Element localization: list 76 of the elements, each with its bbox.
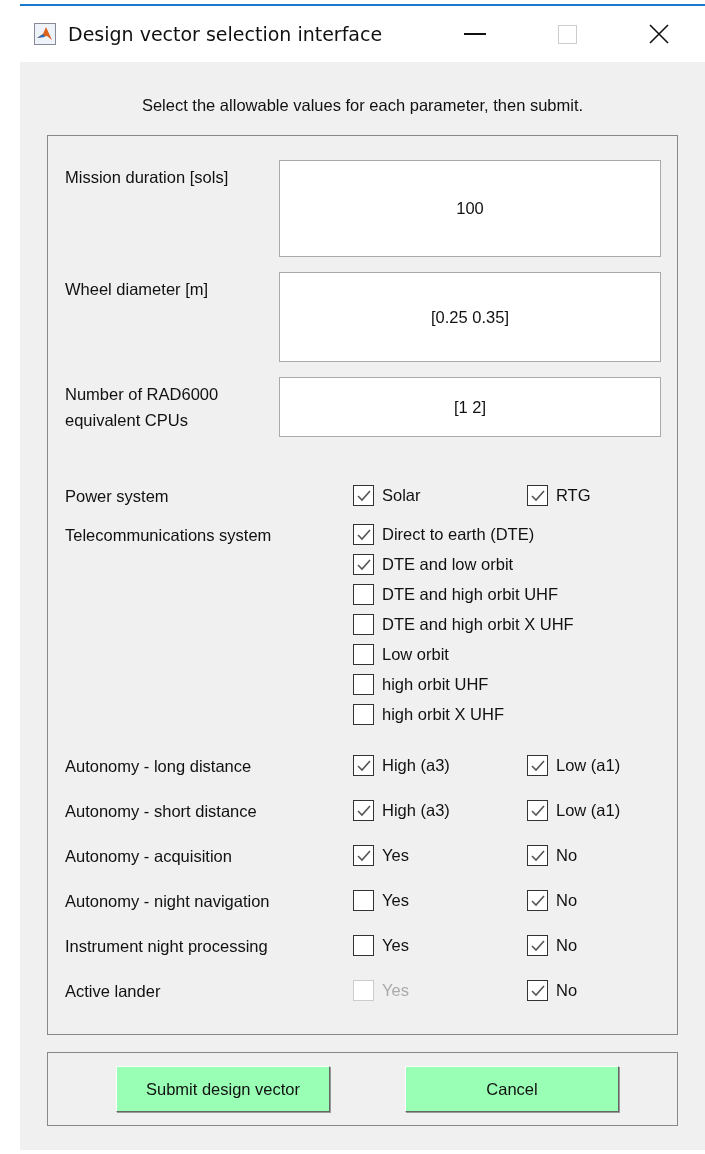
close-icon	[649, 24, 669, 44]
checkbox[interactable]	[353, 704, 374, 725]
instruction-text: Select the allowable values for each parameter, then submit.	[141, 96, 584, 115]
parameter-label: Autonomy - long distance	[65, 756, 253, 776]
option-label: No	[556, 981, 578, 1000]
checkmark-icon	[530, 849, 545, 862]
checkmark-icon	[530, 984, 545, 997]
checkmark-icon	[530, 894, 545, 907]
option-label: Yes	[382, 846, 409, 865]
checkmark-icon	[356, 849, 371, 862]
checkbox[interactable]	[353, 800, 374, 821]
option-label: DTE and low orbit	[382, 555, 514, 574]
checkmark-icon	[356, 528, 371, 541]
checkmark-icon	[530, 489, 545, 502]
option-label: Low (a1)	[556, 756, 621, 775]
checkbox[interactable]	[353, 890, 374, 911]
parameter-label: Autonomy - night navigation	[65, 891, 271, 911]
parameter-label: Active lander	[65, 981, 162, 1001]
checkbox[interactable]	[527, 485, 548, 506]
option-label: No	[556, 846, 578, 865]
checkmark-icon	[530, 939, 545, 952]
option-label: High (a3)	[382, 801, 450, 820]
checkbox[interactable]	[527, 935, 548, 956]
option-label: DTE and high orbit UHF	[382, 585, 559, 604]
checkbox[interactable]	[353, 644, 374, 665]
option-label: DTE and high orbit X UHF	[382, 615, 574, 634]
checkbox[interactable]	[527, 800, 548, 821]
checkbox[interactable]	[353, 554, 374, 575]
input-field[interactable]: [0.25 0.35]	[279, 272, 661, 362]
option-label: Direct to earth (DTE)	[382, 525, 535, 544]
checkmark-icon	[356, 558, 371, 571]
option-label: RTG	[556, 486, 591, 505]
checkbox[interactable]	[353, 674, 374, 695]
field-label: Wheel diameter [m]	[65, 279, 210, 300]
checkmark-icon	[356, 804, 371, 817]
cancel-button[interactable]: Cancel	[405, 1066, 619, 1112]
parameter-label: Telecommunications system	[65, 525, 273, 546]
input-field[interactable]: 100	[279, 160, 661, 257]
parameter-label: Autonomy - short distance	[65, 801, 258, 821]
submit-button[interactable]: Submit design vector	[116, 1066, 330, 1112]
checkbox[interactable]	[527, 755, 548, 776]
checkbox[interactable]	[353, 485, 374, 506]
maximize-icon	[557, 24, 577, 44]
checkmark-icon	[356, 759, 371, 772]
parameter-label: Power system	[65, 486, 170, 506]
app-logo-icon	[34, 23, 56, 45]
field-label: Number of RAD6000 equivalent CPUs	[65, 384, 220, 431]
window-title: Design vector selection interface	[68, 23, 384, 45]
option-label: high orbit UHF	[382, 675, 489, 694]
option-label: Low (a1)	[556, 801, 621, 820]
parameter-label: Autonomy - acquisition	[65, 846, 233, 866]
checkmark-icon	[530, 759, 545, 772]
option-label: High (a3)	[382, 756, 450, 775]
minimize-icon	[464, 33, 486, 35]
option-label: Solar	[382, 486, 421, 505]
field-label: Mission duration [sols]	[65, 167, 230, 188]
checkbox[interactable]	[353, 524, 374, 545]
option-label: high orbit X UHF	[382, 705, 504, 724]
checkbox[interactable]	[527, 845, 548, 866]
input-field[interactable]: [1 2]	[279, 377, 661, 437]
checkbox[interactable]	[527, 980, 548, 1001]
checkmark-icon	[530, 804, 545, 817]
option-label: Yes	[382, 891, 409, 910]
option-label: Yes	[382, 981, 409, 1000]
checkbox[interactable]	[353, 935, 374, 956]
option-label: No	[556, 891, 578, 910]
checkbox[interactable]	[353, 845, 374, 866]
option-label: No	[556, 936, 578, 955]
checkbox[interactable]	[353, 584, 374, 605]
option-label: Low orbit	[382, 645, 449, 664]
checkbox[interactable]	[353, 614, 374, 635]
checkmark-icon	[356, 489, 371, 502]
parameter-label: Instrument night processing	[65, 936, 269, 956]
option-label: Yes	[382, 936, 409, 955]
checkbox[interactable]	[353, 755, 374, 776]
checkbox[interactable]	[527, 890, 548, 911]
